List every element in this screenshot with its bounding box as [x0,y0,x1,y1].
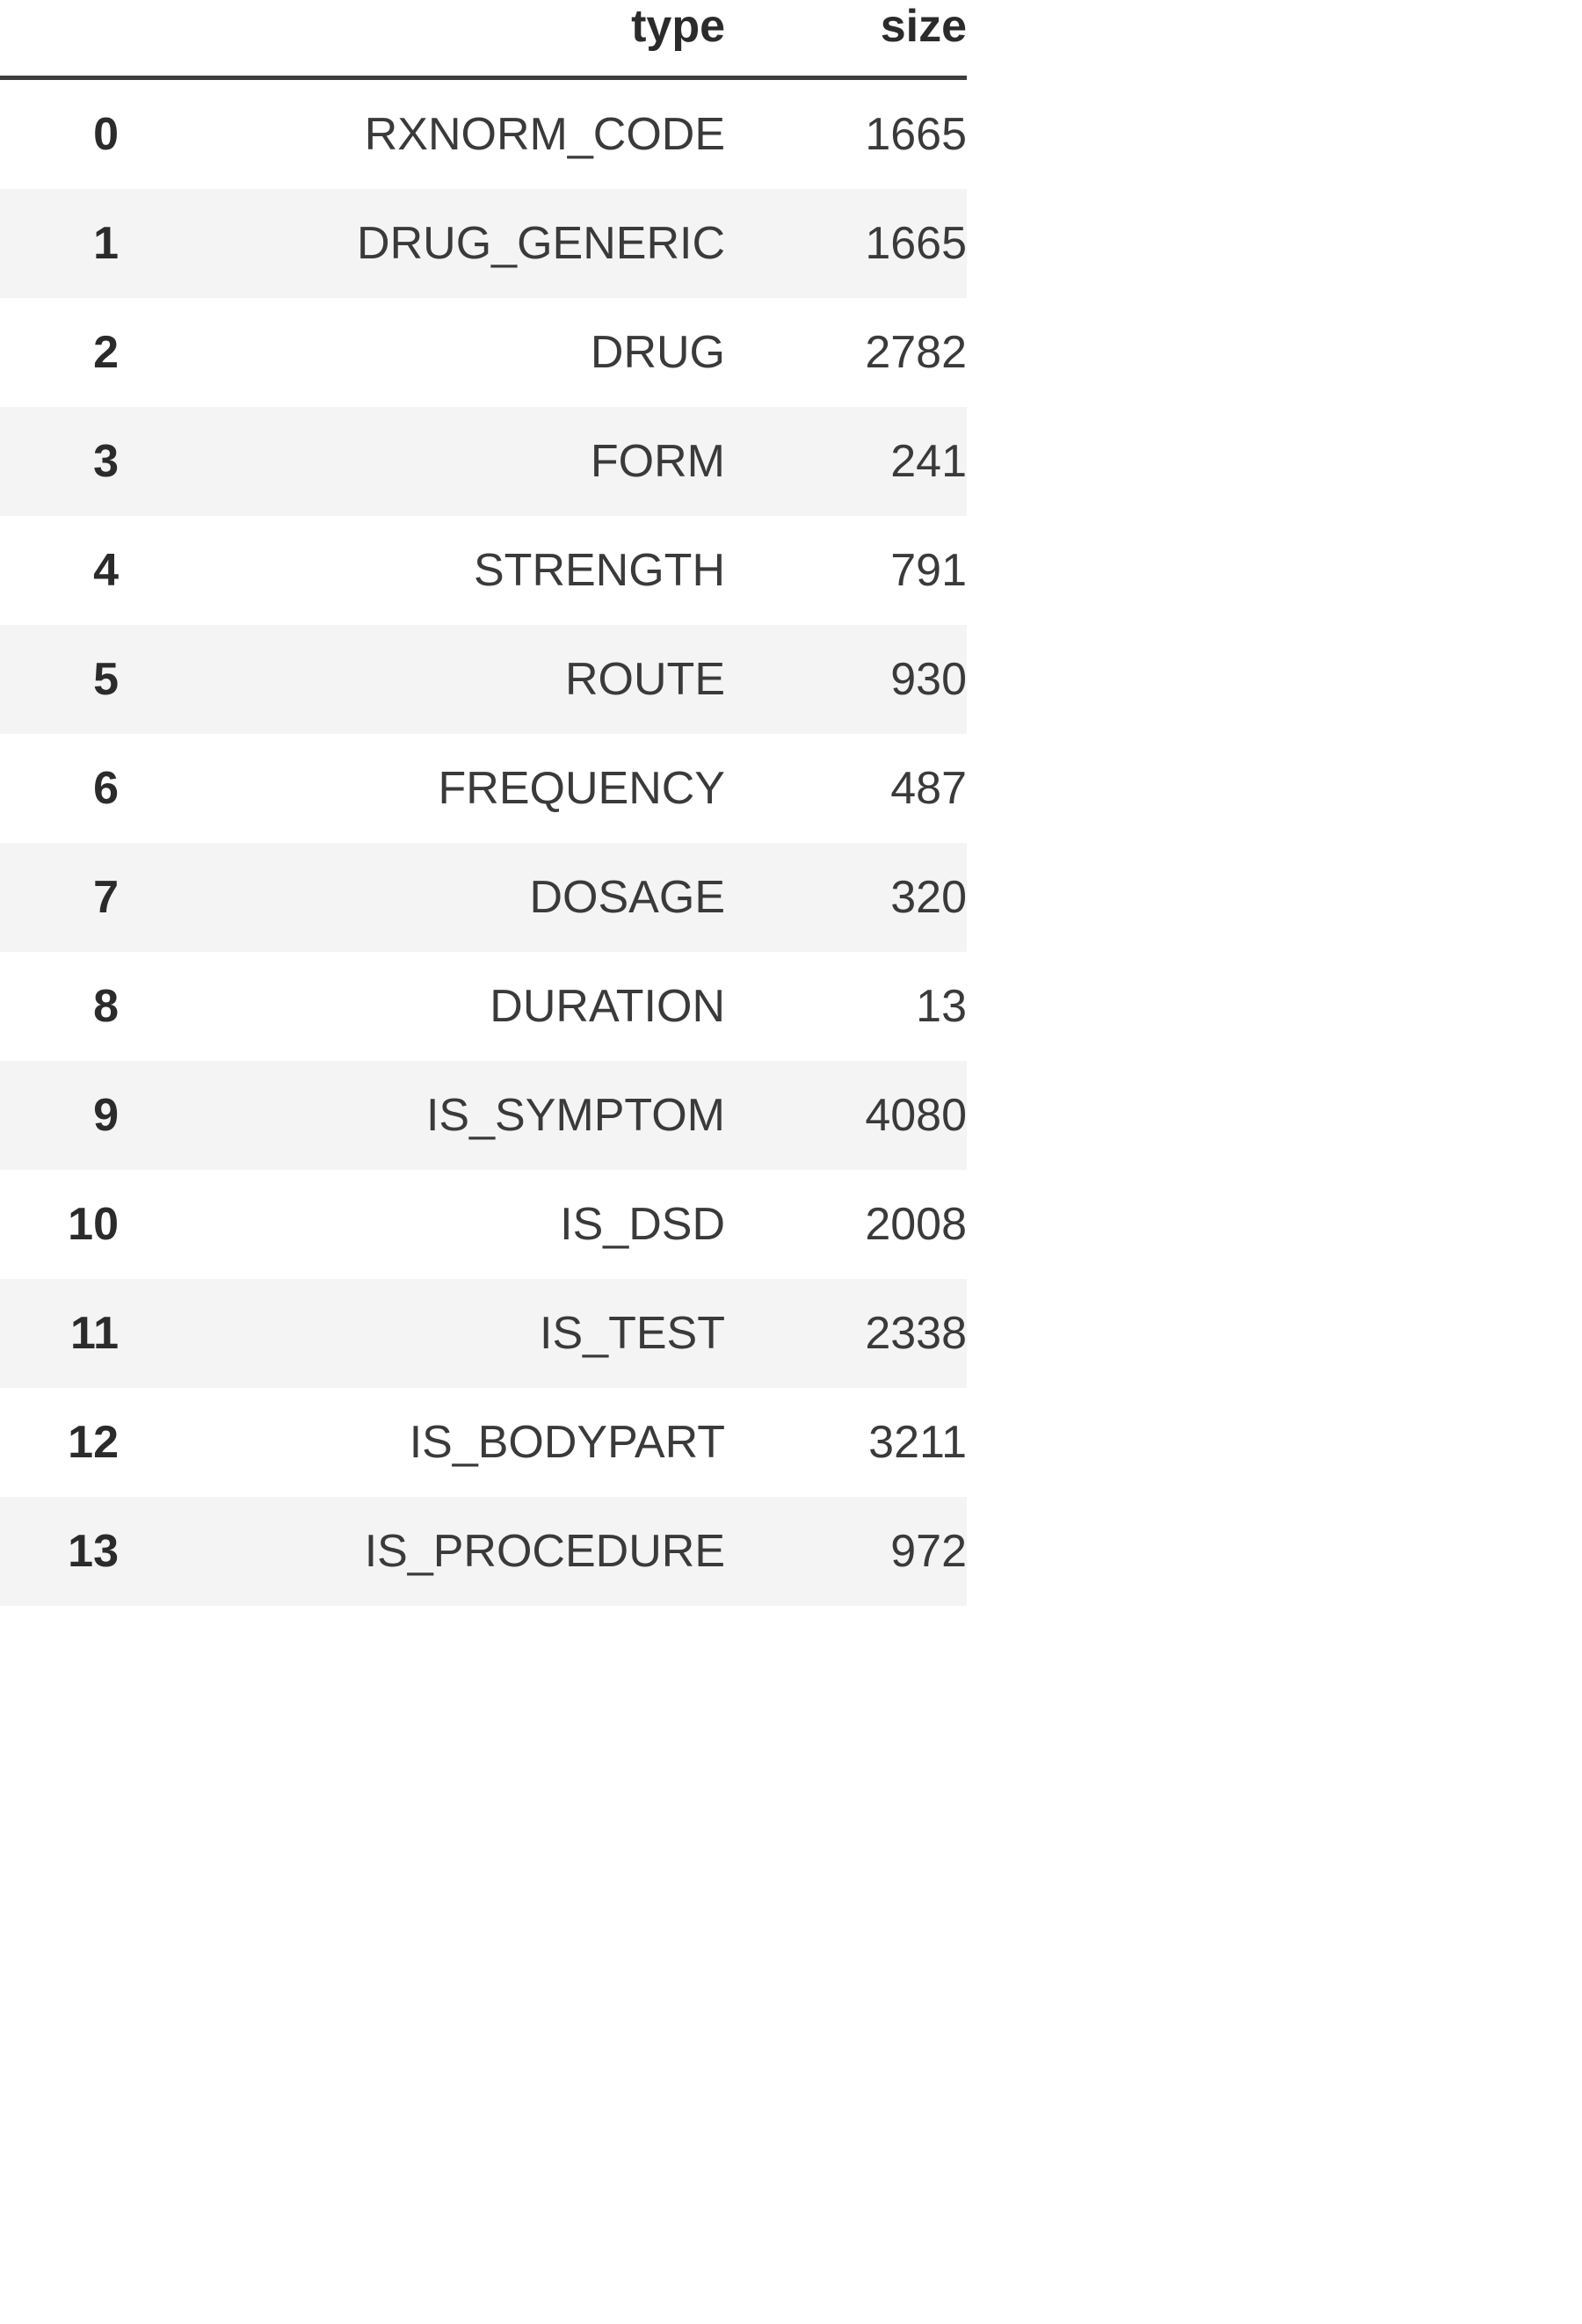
cell-size: 1665 [725,189,967,298]
cell-type: DURATION [119,952,725,1061]
table-row: 3 FORM 241 [0,407,967,516]
cell-type: FORM [119,407,725,516]
table-header: type size [0,0,967,80]
dataframe-table: type size 0 RXNORM_CODE 1665 1 DRUG_GENE… [0,0,967,1606]
column-header-index [0,0,119,80]
cell-size: 320 [725,843,967,952]
cell-size: 1665 [725,77,967,189]
table-row: 0 RXNORM_CODE 1665 [0,77,967,189]
cell-type: RXNORM_CODE [119,77,725,189]
row-index: 6 [0,734,119,843]
row-index: 7 [0,843,119,952]
row-index: 13 [0,1497,119,1606]
table-row: 7 DOSAGE 320 [0,843,967,952]
cell-size: 241 [725,407,967,516]
dataframe-container: type size 0 RXNORM_CODE 1665 1 DRUG_GENE… [0,0,967,1606]
row-index: 10 [0,1170,119,1279]
cell-size: 2008 [725,1170,967,1279]
table-row: 6 FREQUENCY 487 [0,734,967,843]
cell-type: IS_TEST [119,1279,725,1388]
cell-type: ROUTE [119,625,725,734]
cell-type: STRENGTH [119,516,725,625]
row-index: 5 [0,625,119,734]
table-row: 10 IS_DSD 2008 [0,1170,967,1279]
cell-type: DRUG [119,298,725,407]
column-header-size: size [725,0,967,80]
cell-type: DRUG_GENERIC [119,189,725,298]
table-row: 13 IS_PROCEDURE 972 [0,1497,967,1606]
column-header-type: type [119,0,725,80]
table-row: 1 DRUG_GENERIC 1665 [0,189,967,298]
cell-type: IS_DSD [119,1170,725,1279]
table-row: 4 STRENGTH 791 [0,516,967,625]
row-index: 12 [0,1388,119,1497]
table-row: 12 IS_BODYPART 3211 [0,1388,967,1497]
row-index: 0 [0,77,119,189]
cell-type: IS_BODYPART [119,1388,725,1497]
cell-size: 2338 [725,1279,967,1388]
cell-size: 487 [725,734,967,843]
row-index: 4 [0,516,119,625]
table-row: 11 IS_TEST 2338 [0,1279,967,1388]
row-index: 9 [0,1061,119,1170]
row-index: 11 [0,1279,119,1388]
row-index: 1 [0,189,119,298]
row-index: 2 [0,298,119,407]
cell-type: DOSAGE [119,843,725,952]
header-row: type size [0,0,967,80]
cell-size: 13 [725,952,967,1061]
cell-type: IS_SYMPTOM [119,1061,725,1170]
cell-size: 791 [725,516,967,625]
cell-size: 972 [725,1497,967,1606]
row-index: 3 [0,407,119,516]
table-row: 9 IS_SYMPTOM 4080 [0,1061,967,1170]
table-body: 0 RXNORM_CODE 1665 1 DRUG_GENERIC 1665 2… [0,77,967,1606]
cell-type: FREQUENCY [119,734,725,843]
table-row: 8 DURATION 13 [0,952,967,1061]
cell-size: 3211 [725,1388,967,1497]
cell-size: 4080 [725,1061,967,1170]
cell-type: IS_PROCEDURE [119,1497,725,1606]
row-index: 8 [0,952,119,1061]
cell-size: 930 [725,625,967,734]
table-row: 2 DRUG 2782 [0,298,967,407]
cell-size: 2782 [725,298,967,407]
table-row: 5 ROUTE 930 [0,625,967,734]
